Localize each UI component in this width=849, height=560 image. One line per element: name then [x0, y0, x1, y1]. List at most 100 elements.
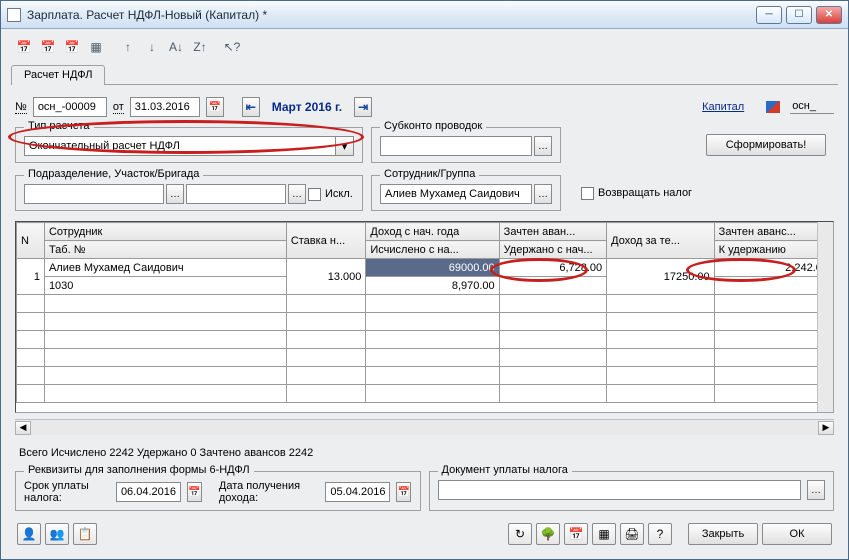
toolbar-calendar-icon[interactable]: 📅: [13, 37, 35, 57]
app-window: Зарплата. Расчет НДФЛ-Новый (Капитал) * …: [0, 0, 849, 560]
cell-advance-credited: 6,728.00: [499, 259, 607, 277]
footer-calendar-icon[interactable]: 📅: [564, 523, 588, 545]
payment-doc-pick-button[interactable]: …: [807, 480, 825, 500]
osn-icon: [766, 101, 780, 113]
col-n[interactable]: N: [17, 223, 45, 259]
brigade-pick-button[interactable]: …: [288, 184, 306, 204]
from-label[interactable]: от: [113, 101, 124, 114]
employee-group-input[interactable]: Алиев Мухамед Саидович: [380, 184, 532, 204]
content-area: 📅 📅 📅 ▦ ↑ ↓ A↓ Z↑ ↖? Расчет НДФЛ № осн_-…: [1, 29, 848, 559]
period-next-button[interactable]: ⇥: [354, 97, 372, 117]
table-row[interactable]: [17, 295, 833, 313]
calendar-picker-button[interactable]: 📅: [206, 97, 224, 117]
brigade-input[interactable]: [186, 184, 286, 204]
income-date-input[interactable]: 05.04.2016: [325, 482, 390, 502]
toolbar-up-icon[interactable]: ↑: [117, 37, 139, 57]
table-row[interactable]: [17, 367, 833, 385]
close-footer-button[interactable]: Закрыть: [688, 523, 758, 545]
fieldset-subkonto: Субконто проводок …: [371, 127, 561, 163]
footer-grid-icon[interactable]: ▦: [592, 523, 616, 545]
col-calc-from[interactable]: Исчислено с на...: [366, 241, 499, 259]
col-income-period[interactable]: Доход за те...: [607, 223, 715, 259]
footer-list-icon[interactable]: 📋: [73, 523, 97, 545]
table-row[interactable]: [17, 313, 833, 331]
footer-toolbar: 👤 👥 📋 ↻ 🌳 📅 ▦ 🖨 ? Закрыть ОК: [11, 515, 838, 549]
footer-user1-icon[interactable]: 👤: [17, 523, 41, 545]
col-advance-credited[interactable]: Зачтен аван...: [499, 223, 607, 241]
row-panels-1: Тип расчета Окончательный расчет НДФЛ ▾ …: [11, 127, 838, 163]
income-date-calendar-button[interactable]: 📅: [396, 482, 411, 502]
toolbar-down-icon[interactable]: ↓: [141, 37, 163, 57]
data-grid[interactable]: N Сотрудник Ставка н... Доход с нач. год…: [15, 221, 834, 413]
cell-advance2: 2,242.00: [714, 259, 832, 277]
col-to-withhold[interactable]: К удержанию: [714, 241, 832, 259]
hscroll-left-icon[interactable]: ◀: [15, 421, 31, 435]
return-tax-checkbox[interactable]: Возвращать налог: [581, 187, 692, 200]
cell-income-ytd: 69000.00: [366, 259, 499, 277]
toolbar-calendar2-icon[interactable]: 📅: [37, 37, 59, 57]
division-pick-button[interactable]: …: [166, 184, 184, 204]
totals-text: Всего Исчислено 2242 Удержано 0 Зачтено …: [11, 439, 838, 463]
toolbar-sort-asc-icon[interactable]: A↓: [165, 37, 187, 57]
division-legend: Подразделение, Участок/Бригада: [24, 168, 203, 180]
calc-type-dropdown[interactable]: Окончательный расчет НДФЛ ▾: [24, 136, 354, 156]
maximize-button[interactable]: ☐: [786, 6, 812, 24]
form-button[interactable]: Сформировать!: [706, 134, 826, 156]
employee-group-pick-button[interactable]: …: [534, 184, 552, 204]
col-income-ytd[interactable]: Доход с нач. года: [366, 223, 499, 241]
close-button[interactable]: ✕: [816, 6, 842, 24]
doc-date-input[interactable]: 31.03.2016: [130, 97, 200, 117]
toolbar-grid-icon[interactable]: ▦: [85, 37, 107, 57]
tab-strip: Расчет НДФЛ: [11, 63, 838, 85]
footer-refresh-icon[interactable]: ↻: [508, 523, 532, 545]
division-input[interactable]: [24, 184, 164, 204]
doc-number-input[interactable]: осн_-00009: [33, 97, 107, 117]
bottom-panels: Реквизиты для заполнения формы 6-НДФЛ Ср…: [11, 471, 838, 511]
vertical-scrollbar[interactable]: [817, 222, 833, 412]
chevron-down-icon[interactable]: ▾: [336, 136, 354, 156]
window-title: Зарплата. Расчет НДФЛ-Новый (Капитал) *: [27, 8, 756, 22]
ok-button[interactable]: ОК: [762, 523, 832, 545]
minimize-button[interactable]: ─: [756, 6, 782, 24]
number-label[interactable]: №: [15, 101, 27, 114]
toolbar-sort-desc-icon[interactable]: Z↑: [189, 37, 211, 57]
table-row[interactable]: [17, 349, 833, 367]
pay-due-input[interactable]: 06.04.2016: [116, 482, 181, 502]
table-row[interactable]: [17, 331, 833, 349]
hscroll-right-icon[interactable]: ▶: [818, 421, 834, 435]
pay-due-label: Срок уплаты налога:: [24, 480, 110, 504]
col-tab-no[interactable]: Таб. №: [44, 241, 286, 259]
subkonto-legend: Субконто проводок: [380, 120, 486, 132]
income-date-label: Дата получения дохода:: [219, 480, 320, 504]
toolbar-cursor-help-icon[interactable]: ↖?: [221, 37, 243, 57]
pay-due-calendar-button[interactable]: 📅: [187, 482, 202, 502]
table-row[interactable]: 1 Алиев Мухамед Саидович 13.000 69000.00…: [17, 259, 833, 277]
org-link[interactable]: Капитал: [702, 101, 744, 113]
fieldset-payment-doc: Документ уплаты налога …: [429, 471, 835, 511]
subkonto-input[interactable]: [380, 136, 532, 156]
period-text: Март 2016 г.: [272, 100, 342, 114]
col-withheld-from[interactable]: Удержано с нач...: [499, 241, 607, 259]
tab-main[interactable]: Расчет НДФЛ: [11, 65, 105, 85]
period-prev-button[interactable]: ⇤: [242, 97, 260, 117]
excl-checkbox[interactable]: Искл.: [308, 188, 353, 201]
form-header-row: № осн_-00009 от 31.03.2016 📅 ⇤ Март 2016…: [11, 89, 838, 123]
payment-doc-legend: Документ уплаты налога: [438, 464, 572, 476]
col-advance2[interactable]: Зачтен аванс...: [714, 223, 832, 241]
col-rate[interactable]: Ставка н...: [286, 223, 366, 259]
form6-legend: Реквизиты для заполнения формы 6-НДФЛ: [24, 464, 254, 476]
footer-print-icon[interactable]: 🖨: [620, 523, 644, 545]
payment-doc-input[interactable]: [438, 480, 802, 500]
table-row[interactable]: [17, 385, 833, 403]
toolbar-calendar-x-icon[interactable]: 📅: [61, 37, 83, 57]
document-icon: [7, 8, 21, 22]
fieldset-calc-type: Тип расчета Окончательный расчет НДФЛ ▾: [15, 127, 363, 163]
horizontal-scrollbar[interactable]: ◀ ▶: [15, 419, 834, 435]
subkonto-pick-button[interactable]: …: [534, 136, 552, 156]
fieldset-division: Подразделение, Участок/Бригада … … Искл.: [15, 175, 363, 211]
col-employee[interactable]: Сотрудник: [44, 223, 286, 241]
footer-tree-icon[interactable]: 🌳: [536, 523, 560, 545]
footer-user2-icon[interactable]: 👥: [45, 523, 69, 545]
osn-label: осн_: [790, 100, 834, 114]
footer-help-icon[interactable]: ?: [648, 523, 672, 545]
